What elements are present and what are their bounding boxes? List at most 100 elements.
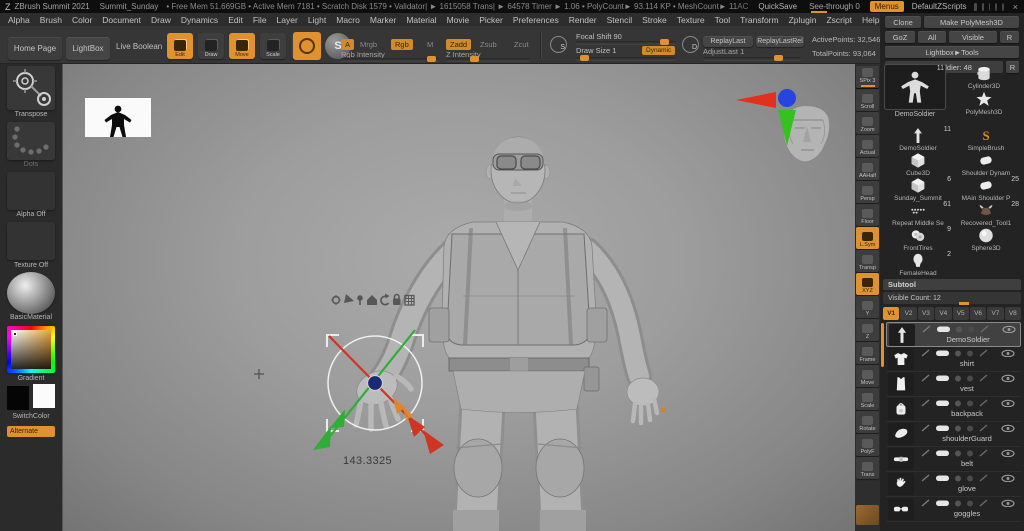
subtool-thumbnail[interactable] — [888, 473, 914, 495]
menu-item[interactable]: Picker — [479, 15, 503, 25]
lightbox-button[interactable]: LightBox — [66, 37, 110, 60]
paint-icon[interactable] — [923, 326, 930, 332]
menu-item[interactable]: Stroke — [642, 15, 667, 25]
right-shelf-button[interactable]: Actual — [856, 135, 879, 157]
zadd-toggle[interactable]: Zadd — [446, 39, 471, 50]
displacement-icon[interactable] — [967, 476, 973, 482]
alpha-tile[interactable] — [7, 172, 55, 210]
brush-slash-icon[interactable] — [980, 350, 987, 356]
subtool-item[interactable]: DemoSoldier — [886, 322, 1021, 347]
subtool-item[interactable]: shoulderGuard — [886, 422, 1021, 447]
mrgb-toggle[interactable]: Mrgb — [360, 40, 377, 49]
soldier-left-hand[interactable] — [627, 378, 659, 423]
uv-icon[interactable] — [955, 376, 961, 382]
brush-slash-icon[interactable] — [980, 450, 987, 456]
tool-item[interactable]: 61 Repeat Middle Se — [884, 201, 952, 227]
quicksave-button[interactable]: QuickSave — [758, 2, 797, 11]
tool-item[interactable]: 6 Sunday_Summit — [884, 176, 952, 202]
polypaint-toggle[interactable] — [936, 401, 949, 407]
visibility-eye-icon[interactable] — [1002, 425, 1014, 431]
transpose-button[interactable] — [7, 66, 55, 110]
zsub-toggle[interactable]: Zsub — [480, 40, 497, 49]
uv-icon[interactable] — [955, 451, 961, 457]
visibility-eye-icon[interactable] — [1002, 475, 1014, 481]
mode-button[interactable]: Draw — [198, 33, 224, 59]
subtool-thumbnail[interactable] — [888, 448, 914, 470]
m-toggle[interactable]: M — [427, 40, 433, 49]
main-color-swatch[interactable] — [7, 386, 29, 410]
polypaint-toggle[interactable] — [936, 451, 949, 457]
menu-item[interactable]: File — [253, 15, 267, 25]
clone-button[interactable]: Clone — [885, 16, 921, 28]
tool-item[interactable]: 11 DemoSoldier — [884, 126, 952, 152]
menu-item[interactable]: Tool — [715, 15, 731, 25]
paint-icon[interactable] — [922, 475, 929, 481]
make-polymesh3d-button[interactable]: Make PolyMesh3D — [924, 16, 1019, 28]
subtool-tab[interactable]: V3 — [918, 307, 934, 320]
menu-item[interactable]: Texture — [677, 15, 705, 25]
secondary-color-swatch[interactable] — [33, 384, 55, 408]
a-toggle[interactable]: A — [341, 39, 354, 50]
pin-icon[interactable] — [357, 295, 363, 305]
menu-item[interactable]: Transform — [740, 15, 778, 25]
replay-last-rel-button[interactable]: ReplayLastRel — [756, 36, 804, 47]
menu-item[interactable]: Movie — [447, 15, 470, 25]
stroke-button[interactable] — [293, 32, 321, 60]
subtool-item[interactable]: shirt — [886, 347, 1021, 372]
tool-item[interactable]: 28 Recovered_Tool1 — [952, 201, 1020, 227]
uv-icon[interactable] — [956, 327, 962, 333]
brush-slash-icon[interactable] — [980, 425, 987, 431]
texture-tile[interactable] — [7, 222, 55, 260]
right-shelf-button[interactable]: Zoom — [856, 112, 879, 134]
viewport-canvas[interactable]: 143.3325 — [62, 64, 855, 531]
home-page-button[interactable]: Home Page — [8, 37, 62, 60]
right-shelf-button[interactable]: Persp — [856, 181, 879, 203]
subtool-item[interactable]: glove — [886, 472, 1021, 497]
see-through-slider[interactable]: See-through 0 — [809, 2, 860, 11]
subtool-item[interactable]: goggles — [886, 497, 1021, 522]
stroke-tile[interactable] — [7, 122, 55, 160]
polypaint-toggle[interactable] — [936, 476, 949, 482]
menus-button[interactable]: Menus — [870, 1, 904, 12]
polypaint-toggle[interactable] — [936, 426, 949, 432]
power-icon[interactable] — [1002, 3, 1004, 11]
displacement-icon[interactable] — [967, 451, 973, 457]
menu-item[interactable]: Help — [862, 15, 879, 25]
mode-button[interactable]: Edit — [167, 33, 193, 59]
subtool-tab[interactable]: V7 — [987, 307, 1003, 320]
polypaint-toggle[interactable] — [936, 351, 949, 357]
visibility-eye-icon[interactable] — [1002, 500, 1014, 506]
lock-icon[interactable] — [393, 295, 401, 305]
subtool-item[interactable]: belt — [886, 447, 1021, 472]
z-axis-icon[interactable] — [778, 89, 796, 107]
rgb-toggle[interactable]: Rgb — [391, 39, 413, 50]
paint-icon[interactable] — [922, 400, 929, 406]
displacement-icon[interactable] — [967, 426, 973, 432]
z-intensity-slider[interactable] — [446, 58, 530, 61]
subtool-thumbnail[interactable] — [888, 373, 914, 395]
paint-icon[interactable] — [922, 425, 929, 431]
subtool-item[interactable]: vest — [886, 372, 1021, 397]
polypaint-toggle[interactable] — [936, 376, 949, 382]
divider-left-icon[interactable] — [974, 3, 976, 11]
displacement-icon[interactable] — [967, 376, 973, 382]
visibility-eye-icon[interactable] — [1002, 350, 1014, 356]
material-tile[interactable] — [7, 272, 55, 314]
menu-item[interactable]: Stencil — [607, 15, 633, 25]
menu-item[interactable]: Zplugin — [789, 15, 817, 25]
subtool-tab[interactable]: V2 — [900, 307, 916, 320]
right-shelf-button[interactable]: AAHalf — [856, 158, 879, 180]
tool-item[interactable]: 9 FrontTires — [884, 226, 952, 252]
right-shelf-button[interactable]: Floor — [856, 204, 879, 226]
subtool-thumbnail[interactable] — [889, 324, 915, 346]
subtool-tab[interactable]: V5 — [953, 307, 969, 320]
replay-last-button[interactable]: ReplayLast — [703, 36, 753, 47]
divider-right-icon[interactable] — [982, 3, 984, 11]
menu-item[interactable]: Brush — [40, 15, 62, 25]
subtool-tab[interactable]: V1 — [883, 307, 899, 320]
menu-item[interactable]: Color — [72, 15, 92, 25]
menu-item[interactable]: Edit — [228, 15, 243, 25]
subtool-tab[interactable]: V8 — [1005, 307, 1021, 320]
x-axis-icon[interactable] — [736, 92, 776, 108]
reset-orientation-icon[interactable] — [381, 294, 390, 305]
